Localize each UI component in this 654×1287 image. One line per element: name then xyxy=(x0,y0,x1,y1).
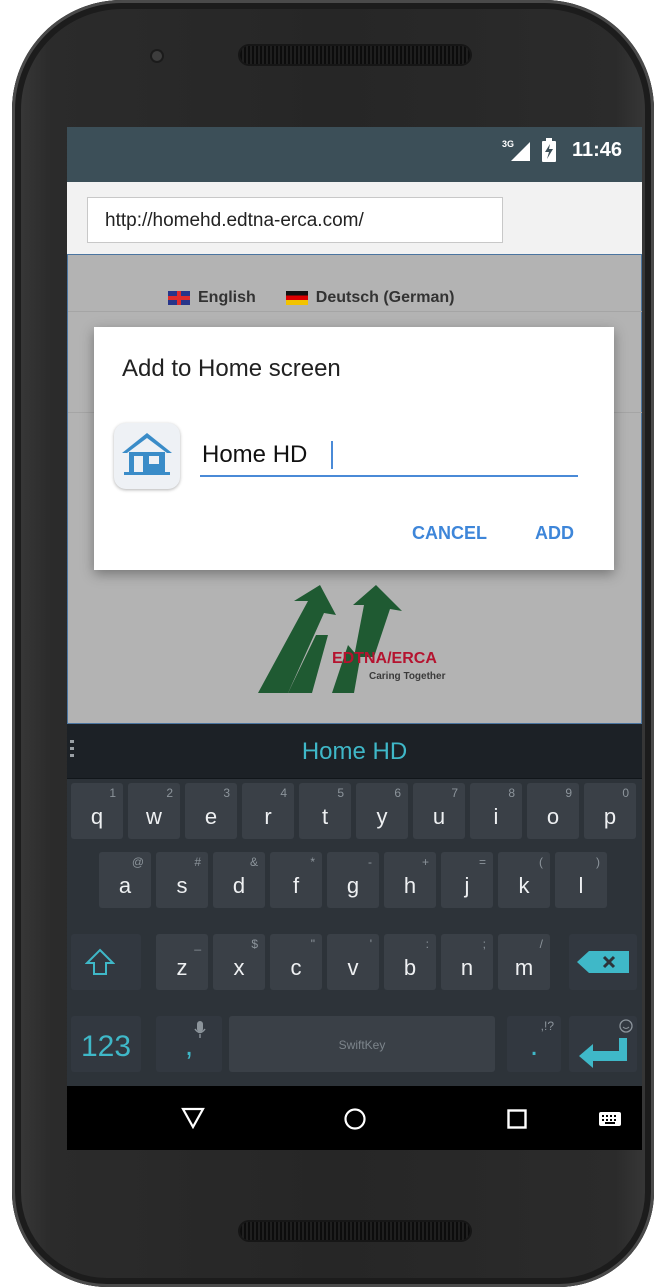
key-r[interactable]: 4r xyxy=(242,783,294,839)
comma-key[interactable]: , xyxy=(156,1016,222,1072)
key-a[interactable]: @ a xyxy=(99,852,151,908)
swiftkey-logo: SwiftKey xyxy=(338,1038,386,1052)
key-g[interactable]: -g xyxy=(327,852,379,908)
key-t[interactable]: 5t xyxy=(299,783,351,839)
key-k[interactable]: (k xyxy=(498,852,550,908)
screen: 3G 11:46 http://homehd.edtna-erca.com/ E… xyxy=(67,127,642,1150)
text-cursor xyxy=(331,441,333,469)
language-english[interactable]: English xyxy=(198,289,256,307)
key-h[interactable]: + h xyxy=(384,852,436,908)
key-v[interactable]: ' v xyxy=(327,934,379,990)
logo-title: EDTNA/ERCA xyxy=(332,650,437,667)
key-o[interactable]: 9o xyxy=(527,783,579,839)
top-speaker xyxy=(240,46,470,64)
key-c[interactable]: " c xyxy=(270,934,322,990)
emoji-icon xyxy=(619,1019,633,1033)
keyboard-icon[interactable] xyxy=(599,1112,621,1126)
key-w[interactable]: 2w xyxy=(128,783,180,839)
backspace-key[interactable] xyxy=(569,934,637,990)
key-f[interactable]: * f xyxy=(270,852,322,908)
signal-icon xyxy=(511,142,530,161)
key-p[interactable]: 0p xyxy=(584,783,636,839)
dialog-title: Add to Home screen xyxy=(122,355,341,382)
key-z[interactable]: _ z xyxy=(156,934,208,990)
period-key[interactable]: ,!? . xyxy=(507,1016,561,1072)
back-icon[interactable] xyxy=(181,1107,205,1129)
key-d[interactable]: & d xyxy=(213,852,265,908)
key-l[interactable]: ) l xyxy=(555,852,607,908)
suggestion-bar: Home HD xyxy=(67,724,642,779)
language-selector: English Deutsch (German) xyxy=(168,289,454,307)
key-y[interactable]: 6y xyxy=(356,783,408,839)
key-i[interactable]: 8i xyxy=(470,783,522,839)
key-j[interactable]: = j xyxy=(441,852,493,908)
add-to-home-dialog: Add to Home screen CANCEL ADD xyxy=(94,327,614,570)
key-s[interactable]: # s xyxy=(156,852,208,908)
phone-frame: 3G 11:46 http://homehd.edtna-erca.com/ E… xyxy=(12,0,654,1287)
logo-subtitle: Caring Together xyxy=(369,671,446,682)
key-x[interactable]: $ x xyxy=(213,934,265,990)
cancel-button[interactable]: CANCEL xyxy=(412,523,487,544)
add-button[interactable]: ADD xyxy=(535,523,574,544)
language-german[interactable]: Deutsch (German) xyxy=(316,289,455,307)
app-icon xyxy=(114,423,180,489)
status-bar: 3G 11:46 xyxy=(67,127,642,182)
bottom-speaker xyxy=(240,1222,470,1240)
home-icon[interactable] xyxy=(343,1107,367,1131)
battery-icon xyxy=(542,138,556,162)
house-icon xyxy=(122,433,172,475)
backspace-icon xyxy=(577,951,629,973)
word-suggestion[interactable]: Home HD xyxy=(67,738,642,766)
front-camera xyxy=(152,51,162,61)
space-key[interactable]: SwiftKey xyxy=(229,1016,495,1072)
key-b[interactable]: :b xyxy=(384,934,436,990)
key-u[interactable]: 7u xyxy=(413,783,465,839)
key-q[interactable]: 1q xyxy=(71,783,123,839)
key-n[interactable]: ; n xyxy=(441,934,493,990)
key-m[interactable]: / m xyxy=(498,934,550,990)
swiftkey-keyboard: Home HD 1q 2w 3e 4r 5t 6y 7u 8i 9o 0p @ a… xyxy=(67,724,642,1086)
numbers-key[interactable]: 123 xyxy=(71,1016,141,1072)
url-bar[interactable]: http://homehd.edtna-erca.com/ xyxy=(87,197,503,243)
germany-flag-icon xyxy=(285,291,308,305)
enter-key[interactable] xyxy=(569,1016,637,1072)
uk-flag-icon xyxy=(168,291,190,305)
enter-icon xyxy=(579,1038,627,1068)
shift-icon xyxy=(85,948,115,975)
recents-icon[interactable] xyxy=(507,1109,527,1129)
divider xyxy=(68,311,642,312)
shift-key[interactable] xyxy=(71,934,141,990)
key-e[interactable]: 3e xyxy=(185,783,237,839)
navigation-bar xyxy=(67,1086,642,1150)
shortcut-name-input[interactable] xyxy=(200,435,578,477)
status-clock: 11:46 xyxy=(572,139,623,161)
